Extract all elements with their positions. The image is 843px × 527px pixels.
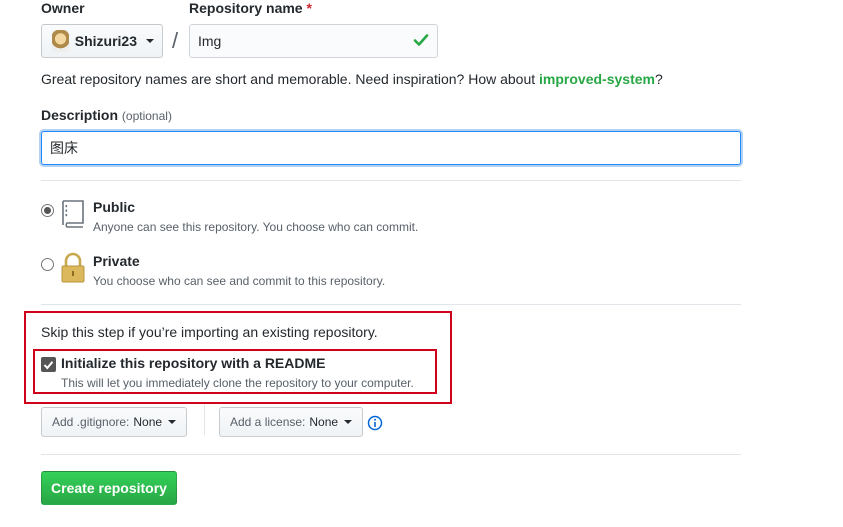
owner-dropdown[interactable]: Shizuri23 xyxy=(41,24,163,58)
divider xyxy=(41,180,741,181)
skip-text: Skip this step if you’re importing an ex… xyxy=(41,324,378,340)
required-mark: * xyxy=(306,0,312,16)
caret-down-icon xyxy=(344,420,353,424)
gitignore-label: Add .gitignore: xyxy=(52,415,130,429)
public-radio[interactable] xyxy=(41,204,54,217)
gitignore-value: None xyxy=(133,415,163,429)
repo-name-label-text: Repository name xyxy=(189,0,303,16)
divider xyxy=(41,454,741,455)
license-dropdown[interactable]: Add a license: None xyxy=(219,407,364,437)
gitignore-dropdown[interactable]: Add .gitignore: None xyxy=(41,407,188,437)
name-suggestion[interactable]: improved-system xyxy=(539,71,655,87)
private-title: Private xyxy=(93,253,140,269)
hint-end: ? xyxy=(654,71,663,87)
public-title: Public xyxy=(93,199,136,215)
license-value: None xyxy=(309,415,339,429)
readme-label[interactable]: Initialize this repository with a README xyxy=(61,355,325,371)
private-radio[interactable] xyxy=(41,258,54,271)
license-label: Add a license: xyxy=(230,415,306,429)
lock-icon xyxy=(61,252,85,283)
vertical-divider xyxy=(204,405,205,435)
create-repository-button[interactable]: Create repository xyxy=(41,471,177,505)
owner-label: Owner xyxy=(41,0,85,16)
caret-down-icon xyxy=(168,420,177,424)
check-icon xyxy=(413,34,429,46)
optional-note: (optional) xyxy=(121,109,172,123)
hint-text: Great repository names are short and mem… xyxy=(41,71,540,87)
divider xyxy=(41,304,741,305)
description-label: Description (optional) xyxy=(41,107,172,123)
public-note: Anyone can see this repository. You choo… xyxy=(93,220,419,234)
owner-name: Shizuri23 xyxy=(74,33,137,49)
repo-name-input[interactable]: Img xyxy=(189,24,438,58)
description-input[interactable]: 图床 xyxy=(41,131,741,165)
repo-name-label: Repository name * xyxy=(189,0,312,16)
caret-down-icon xyxy=(146,39,154,43)
description-label-text: Description xyxy=(41,107,119,123)
repo-name-hint: Great repository names are short and mem… xyxy=(41,71,663,87)
checkmark-icon xyxy=(43,360,54,370)
avatar xyxy=(52,30,69,52)
readme-note: This will let you immediately clone the … xyxy=(61,376,414,390)
private-note: You choose who can see and commit to thi… xyxy=(93,274,386,288)
info-icon[interactable] xyxy=(367,415,383,431)
readme-checkbox[interactable] xyxy=(41,357,56,372)
slash-separator: / xyxy=(172,28,179,53)
repo-book-icon xyxy=(62,200,84,228)
